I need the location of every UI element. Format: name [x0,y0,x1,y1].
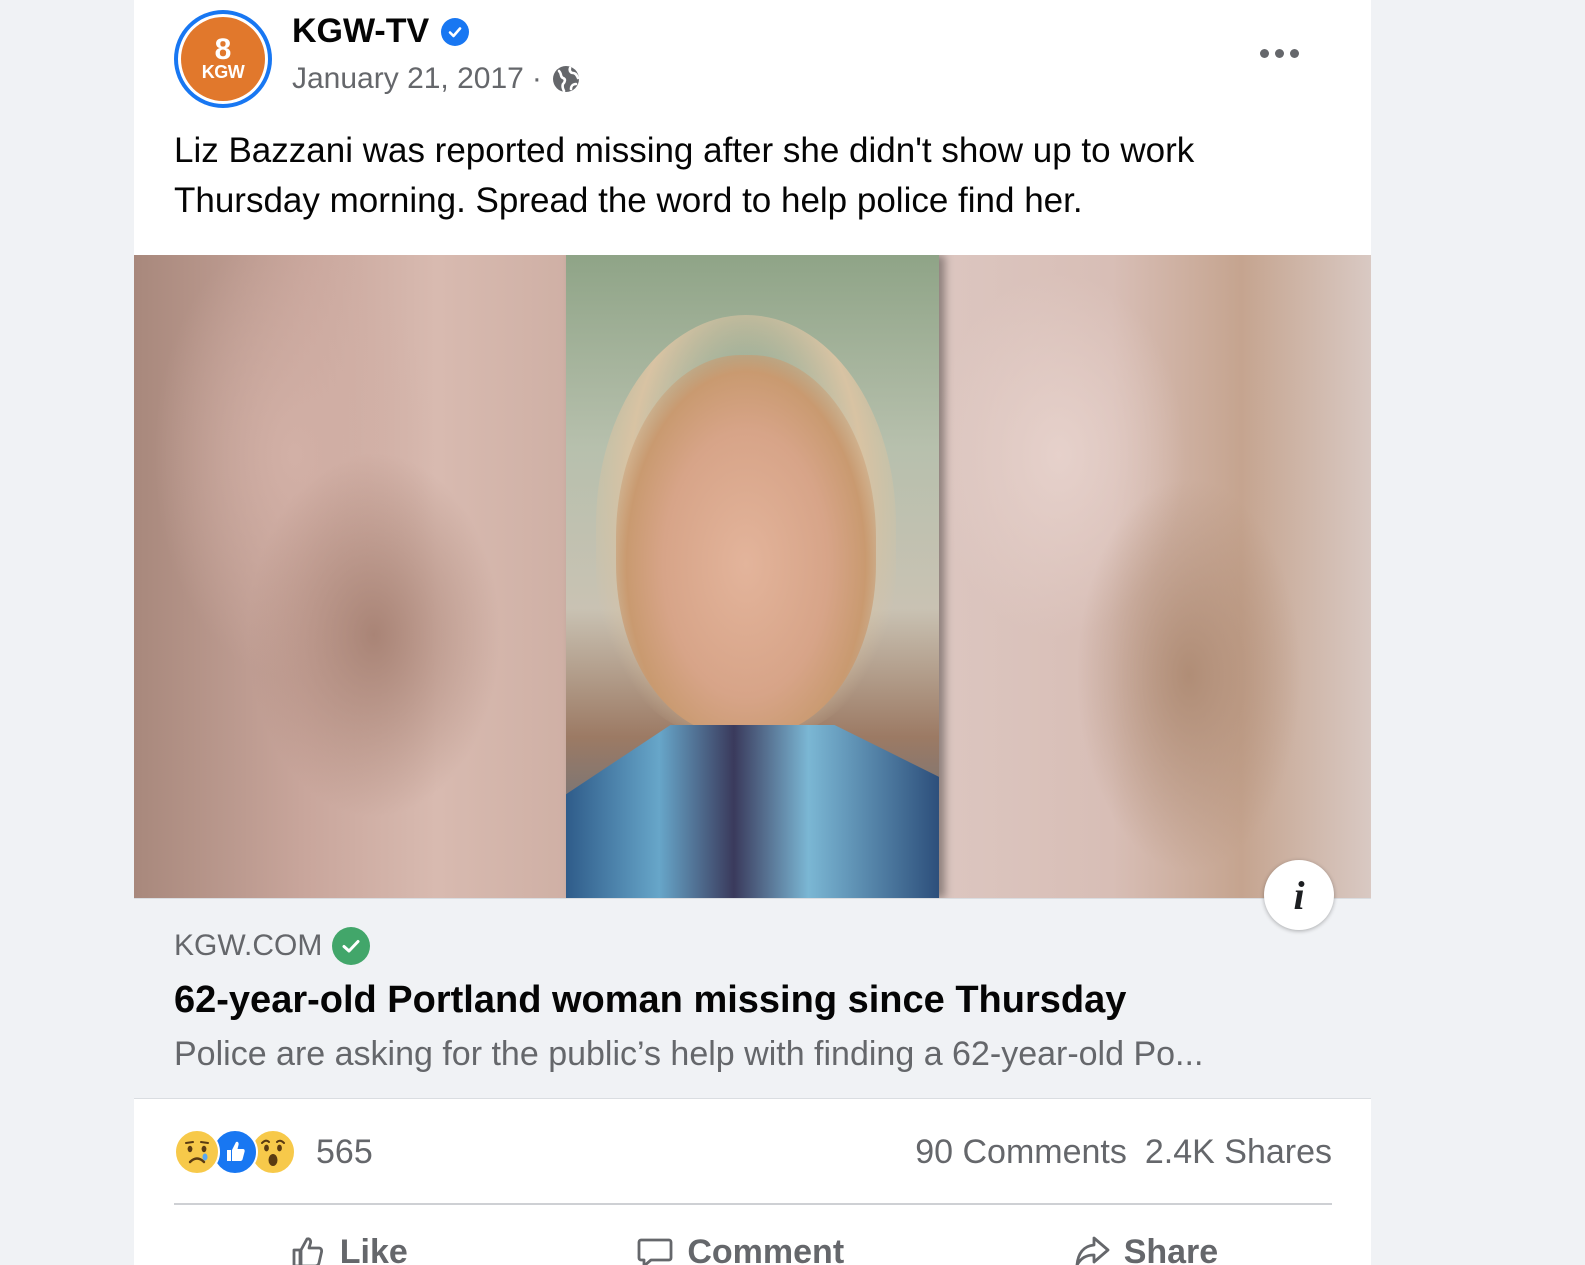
comments-count[interactable]: 90 Comments [915,1133,1127,1172]
post-image[interactable] [134,255,1371,898]
share-button[interactable]: Share [1072,1232,1219,1265]
logo-text: KGW [201,62,245,82]
link-description: Police are asking for the public’s help … [174,1035,1204,1073]
post-date[interactable]: January 21, 2017 [292,62,524,96]
shares-count[interactable]: 2.4K Shares [1145,1133,1332,1172]
share-label: Share [1123,1232,1219,1265]
kgw-logo: 8 KGW [181,17,265,101]
missing-woman-photo [566,255,939,898]
meta-separator: · [531,62,542,95]
reaction-count[interactable]: 565 [316,1133,373,1172]
comment-share-counts: 90 Comments 2.4K Shares [915,1133,1332,1172]
info-glyph: i [1293,872,1305,918]
post-header: 8 KGW KGW-TV January 21, 2017 · [134,0,1371,120]
reactions-summary[interactable]: 565 [174,1129,373,1175]
actions-divider [174,1203,1332,1205]
like-button[interactable]: Like [288,1232,408,1265]
logo-number: 8 [214,33,232,66]
info-icon[interactable]: i [1264,860,1334,930]
comment-icon [637,1238,673,1265]
engagement-bar: 565 90 Comments 2.4K Shares [174,1120,1332,1184]
comment-label: Comment [687,1232,845,1265]
page-avatar[interactable]: 8 KGW [174,10,272,108]
comment-button[interactable]: Comment [635,1232,844,1265]
photo-face [616,355,876,735]
globe-icon[interactable] [550,63,582,95]
link-domain-text: KGW.COM [174,929,323,962]
thumbs-up-icon [292,1237,323,1265]
photo-dress [566,725,939,898]
blurred-background-right [939,255,1371,898]
check-circle-icon [332,927,371,965]
like-label: Like [339,1232,408,1265]
link-domain: KGW.COM [174,927,371,965]
more-dot [1259,48,1269,58]
post-actions: Like Comment Share [174,1222,1332,1265]
facebook-post: 8 KGW KGW-TV January 21, 2017 · Liz Bazz… [134,0,1371,1265]
sad-reaction-icon [174,1129,220,1175]
verified-badge-icon [441,17,470,46]
page-name-text[interactable]: KGW-TV [292,12,429,51]
link-preview[interactable]: KGW.COM 62-year-old Portland woman missi… [134,898,1371,1099]
blurred-background-left [134,255,566,898]
post-meta: January 21, 2017 · [292,62,582,96]
page-name[interactable]: KGW-TV [292,12,470,51]
post-message: Liz Bazzani was reported missing after s… [174,131,1195,220]
share-icon [1075,1236,1110,1265]
more-dot [1289,48,1299,58]
link-title[interactable]: 62-year-old Portland woman missing since… [174,979,1126,1022]
more-options-icon[interactable] [1249,38,1309,68]
more-dot [1274,48,1284,58]
